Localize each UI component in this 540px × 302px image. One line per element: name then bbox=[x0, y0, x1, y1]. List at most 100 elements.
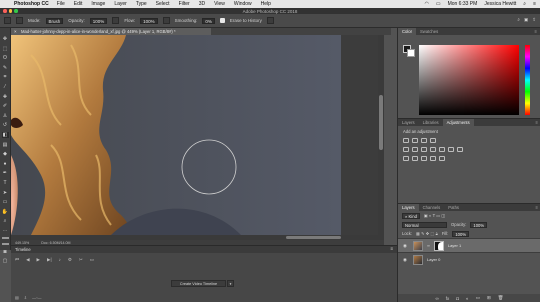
tab-layers[interactable]: Layers bbox=[398, 204, 419, 211]
color-lookup-icon[interactable] bbox=[457, 147, 463, 152]
invert-icon[interactable] bbox=[403, 156, 409, 161]
visibility-eye-icon[interactable]: ◉ bbox=[403, 243, 409, 249]
search-icon[interactable]: ⌕ bbox=[523, 1, 526, 7]
next-frame-icon[interactable]: ▶| bbox=[47, 257, 52, 263]
pressure-opacity-icon[interactable] bbox=[112, 17, 120, 24]
menu-edit[interactable]: Edit bbox=[74, 1, 83, 7]
convert-frames-icon[interactable]: ▤ bbox=[15, 295, 19, 300]
smoothing-field[interactable]: 0% bbox=[202, 17, 215, 24]
layer-row-layer-1[interactable]: ◉ ∞ Layer 1 bbox=[398, 238, 540, 252]
layer-row-layer-0[interactable]: ◉ Layer 0 bbox=[398, 252, 540, 266]
menu-select[interactable]: Select bbox=[156, 1, 170, 7]
photo-filter-icon[interactable] bbox=[439, 147, 445, 152]
layer-style-icon[interactable]: fx bbox=[446, 296, 450, 301]
color-picker-field[interactable] bbox=[419, 45, 519, 115]
marquee-tool-icon[interactable]: ⬚ bbox=[2, 46, 9, 52]
link-layers-icon[interactable]: ∞ bbox=[436, 296, 439, 301]
shape-tool-icon[interactable]: ▭ bbox=[2, 199, 9, 205]
screen-mode-icon[interactable]: ▢ bbox=[2, 258, 9, 264]
flow-field[interactable]: 100% bbox=[140, 17, 158, 24]
path-selection-tool-icon[interactable]: ➤ bbox=[2, 190, 9, 196]
menu-help[interactable]: Help bbox=[261, 1, 271, 7]
layer-mask-thumbnail[interactable] bbox=[433, 240, 444, 251]
canvas-vertical-scrollbar[interactable] bbox=[378, 35, 384, 235]
close-window-button[interactable] bbox=[3, 9, 7, 13]
timeline-title[interactable]: Timeline bbox=[15, 247, 31, 252]
background-swatch[interactable] bbox=[407, 49, 415, 57]
pen-tool-icon[interactable]: ✒ bbox=[2, 170, 9, 176]
curves-icon[interactable] bbox=[421, 138, 427, 143]
layers-menu-icon[interactable]: ≡ bbox=[536, 204, 538, 211]
menu-file[interactable]: File bbox=[57, 1, 65, 7]
search-icon[interactable]: ⌕ bbox=[517, 17, 520, 23]
tab-adjustments[interactable]: Adjustments bbox=[442, 119, 474, 126]
tab-channels[interactable]: Channels bbox=[419, 204, 445, 211]
selective-color-icon[interactable] bbox=[439, 156, 445, 161]
layer-name[interactable]: Layer 0 bbox=[427, 257, 440, 262]
tab-layers-mini[interactable]: Layers bbox=[398, 119, 419, 126]
clone-stamp-tool-icon[interactable]: ♙ bbox=[2, 113, 9, 119]
exposure-icon[interactable] bbox=[430, 138, 436, 143]
zoom-level[interactable]: 449.15% bbox=[15, 241, 29, 245]
transition-icon[interactable]: ▭ bbox=[90, 257, 94, 263]
delete-layer-icon[interactable]: 🗑︎ bbox=[498, 295, 504, 301]
visibility-eye-icon[interactable]: ◉ bbox=[403, 257, 409, 263]
eraser-tool-icon[interactable]: ◧ bbox=[1, 131, 9, 138]
settings-icon[interactable]: ⚙ bbox=[68, 257, 72, 263]
adjustment-layer-icon[interactable]: ◐ bbox=[466, 296, 469, 301]
vertical-scroll-thumb[interactable] bbox=[379, 95, 383, 150]
foreground-background-swatches[interactable] bbox=[403, 45, 415, 57]
dodge-tool-icon[interactable]: ● bbox=[2, 161, 9, 167]
adjustments-menu-icon[interactable]: ≡ bbox=[536, 119, 538, 126]
history-brush-tool-icon[interactable]: ↺ bbox=[2, 122, 9, 128]
layer-opacity-field[interactable]: 100% bbox=[470, 221, 488, 228]
vibrance-icon[interactable] bbox=[403, 147, 409, 152]
lasso-tool-icon[interactable]: ʘ bbox=[2, 55, 9, 61]
brush-tool-icon[interactable]: ✐ bbox=[2, 103, 9, 109]
quick-select-tool-icon[interactable]: ✎ bbox=[2, 65, 9, 71]
airbrush-icon[interactable] bbox=[162, 17, 170, 24]
menu-list-icon[interactable]: ≡ bbox=[533, 1, 536, 7]
user-name[interactable]: Jessica Hewitt bbox=[484, 1, 516, 7]
quick-mask-icon[interactable]: ◙ bbox=[2, 249, 9, 255]
eraser-tool-preset-icon[interactable] bbox=[4, 17, 11, 24]
layer-kind-filter[interactable]: ⌕ Kind bbox=[402, 212, 420, 219]
document-canvas[interactable] bbox=[11, 35, 378, 235]
horizontal-scroll-thumb[interactable] bbox=[286, 236, 341, 239]
tab-libraries[interactable]: Libraries bbox=[419, 119, 443, 126]
move-tool-icon[interactable]: ✥ bbox=[2, 36, 9, 42]
gradient-map-icon[interactable] bbox=[430, 156, 436, 161]
battery-icon[interactable]: ▭ bbox=[436, 1, 441, 7]
brush-preset-icon[interactable] bbox=[16, 17, 23, 24]
hue-saturation-icon[interactable] bbox=[412, 147, 418, 152]
eyedropper-tool-icon[interactable]: ⁄ bbox=[2, 84, 9, 90]
document-tab[interactable]: × Mad-hatter-johnny-depp-in-alice-in-won… bbox=[11, 28, 211, 35]
brightness-contrast-icon[interactable] bbox=[403, 138, 409, 143]
workspace-icon[interactable]: ▣ bbox=[524, 17, 528, 23]
create-video-timeline-button[interactable]: Create Video Timeline bbox=[171, 280, 226, 287]
pressure-size-icon[interactable] bbox=[266, 17, 274, 24]
tab-color[interactable]: Color bbox=[398, 28, 417, 35]
posterize-icon[interactable] bbox=[412, 156, 418, 161]
play-icon[interactable]: ▶ bbox=[37, 257, 40, 263]
zoom-slider[interactable]: —◦— bbox=[32, 295, 41, 300]
levels-icon[interactable] bbox=[412, 138, 418, 143]
blur-tool-icon[interactable]: ◆ bbox=[2, 151, 9, 157]
crop-tool-icon[interactable]: ⌗ bbox=[2, 74, 9, 80]
audio-icon[interactable]: ♪ bbox=[59, 257, 61, 263]
split-icon[interactable]: ✂ bbox=[79, 257, 83, 263]
close-tab-icon[interactable]: × bbox=[14, 28, 17, 35]
previous-frame-icon[interactable]: ◀ bbox=[26, 257, 29, 263]
layer-fill-field[interactable]: 100% bbox=[452, 230, 470, 237]
channel-mixer-icon[interactable] bbox=[448, 147, 454, 152]
timeline-dropdown-arrow-icon[interactable]: ▾ bbox=[227, 280, 234, 287]
blend-mode-select[interactable]: Normal bbox=[402, 221, 447, 228]
tab-paths[interactable]: Paths bbox=[444, 204, 463, 211]
menu-type[interactable]: Type bbox=[136, 1, 147, 7]
minimize-window-button[interactable] bbox=[8, 9, 12, 13]
opacity-field[interactable]: 100% bbox=[89, 17, 108, 24]
app-menu[interactable]: Photoshop CC bbox=[14, 1, 49, 7]
wifi-icon[interactable]: ◠ bbox=[424, 1, 428, 7]
timeline-menu-icon[interactable]: ≡ bbox=[390, 246, 393, 251]
menu-view[interactable]: View bbox=[214, 1, 225, 7]
